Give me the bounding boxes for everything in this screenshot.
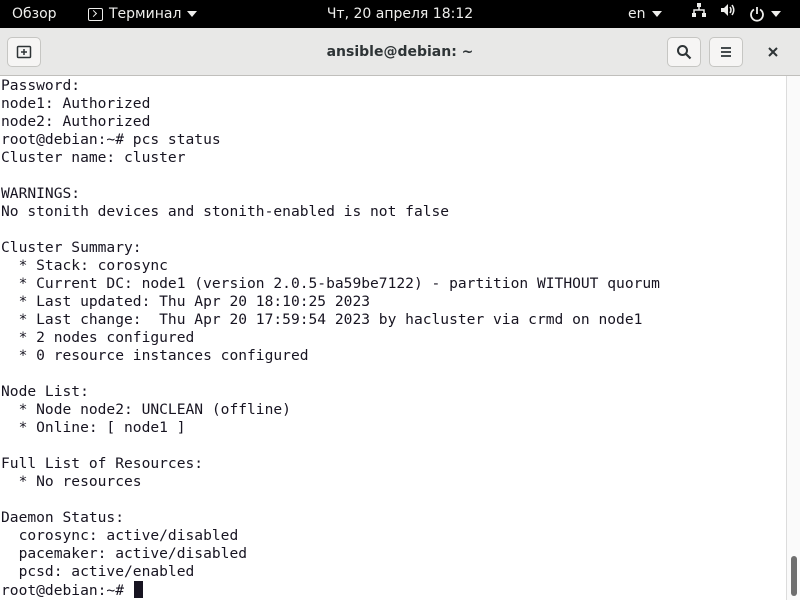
terminal-line: * Online: [ node1 ] (1, 419, 186, 436)
terminal-lines: Password: node1: Authorized node2: Authori… (1, 77, 660, 599)
app-menu-label: Терминал (109, 6, 182, 22)
menu-button[interactable] (709, 37, 743, 67)
gnome-top-bar: Обзор Терминал Чт, 20 апреля 18:12 en (0, 0, 800, 28)
close-button[interactable] (756, 37, 790, 67)
text-cursor (133, 581, 143, 598)
terminal-window: ansible@debian: ~ Password: node1: Author… (0, 28, 800, 600)
language-label: en (628, 6, 646, 22)
volume-icon[interactable] (720, 0, 736, 28)
terminal-line: node1: Authorized (1, 95, 151, 112)
shell-prompt: root@debian:~# (1, 582, 133, 599)
terminal-line: Password: (1, 77, 81, 94)
terminal-line: * 0 resource instances configured (1, 347, 309, 364)
app-menu-button[interactable]: Терминал (88, 0, 198, 28)
terminal-line: * Node node2: UNCLEAN (offline) (1, 401, 291, 418)
hamburger-menu-icon (721, 47, 731, 57)
search-icon (677, 45, 692, 60)
terminal-line: * Current DC: node1 (version 2.0.5-ba59b… (1, 275, 660, 292)
search-button[interactable] (667, 37, 701, 67)
terminal-icon (88, 7, 103, 21)
terminal-prompt-line: root@debian:~# (1, 581, 660, 599)
terminal-output[interactable]: Password: node1: Authorized node2: Authori… (0, 76, 786, 600)
terminal-line: corosync: active/disabled (1, 527, 239, 544)
chevron-down-icon (187, 11, 198, 17)
chevron-down-icon (651, 11, 662, 17)
terminal-line: * Last updated: Thu Apr 20 18:10:25 2023 (1, 293, 371, 310)
clock-button[interactable]: Чт, 20 апреля 18:12 (327, 6, 473, 22)
header-bar: ansible@debian: ~ (0, 28, 800, 76)
terminal-line: Daemon Status: (1, 509, 125, 526)
language-indicator[interactable]: en (628, 0, 662, 28)
terminal-line: root@debian:~# pcs status (1, 131, 221, 148)
network-icon[interactable] (691, 0, 707, 28)
scrollbar[interactable] (786, 76, 800, 600)
close-icon (768, 47, 778, 57)
scrollbar-thumb[interactable] (791, 556, 797, 596)
terminal-line: * 2 nodes configured (1, 329, 195, 346)
power-icon (750, 7, 764, 22)
terminal-line: No stonith devices and stonith-enabled i… (1, 203, 450, 220)
new-tab-icon (16, 45, 32, 59)
new-tab-button[interactable] (7, 37, 41, 67)
terminal-line: * Stack: corosync (1, 257, 168, 274)
terminal-line: Cluster name: cluster (1, 149, 186, 166)
terminal-line: Cluster Summary: (1, 239, 142, 256)
power-menu-button[interactable] (749, 0, 781, 28)
terminal-line: Node List: (1, 383, 89, 400)
terminal-line: pacemaker: active/disabled (1, 545, 248, 562)
terminal-line: WARNINGS: (1, 185, 81, 202)
terminal-line: * No resources (1, 473, 142, 490)
terminal-line: node2: Authorized (1, 113, 151, 130)
terminal-line: Full List of Resources: (1, 455, 204, 472)
activities-button[interactable]: Обзор (12, 0, 57, 28)
chevron-down-icon (771, 11, 781, 17)
terminal-line: pcsd: active/enabled (1, 563, 195, 580)
terminal-line: * Last change: Thu Apr 20 17:59:54 2023 … (1, 311, 643, 328)
